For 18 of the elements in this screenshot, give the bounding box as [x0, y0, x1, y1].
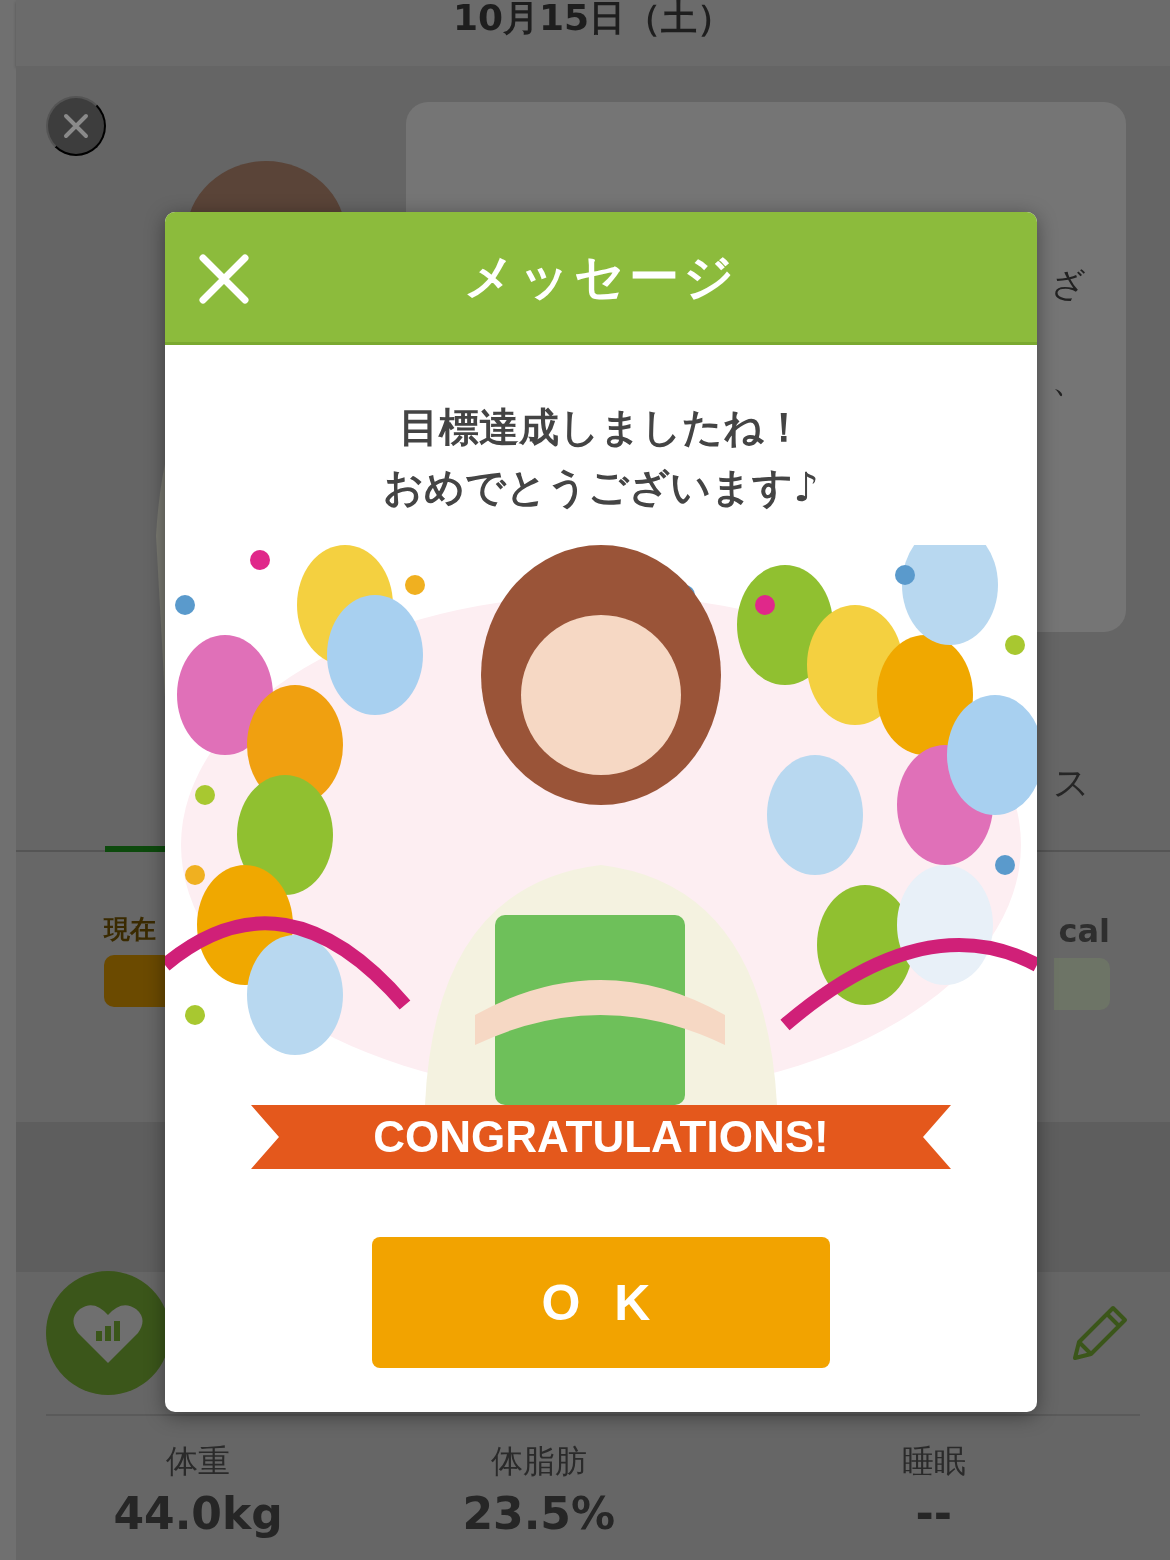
stat-label: 体脂肪 [490, 1441, 587, 1482]
speech-text: 、 [1052, 359, 1086, 402]
ok-button[interactable]: O K [372, 1237, 830, 1368]
stat-value: 23.5% [462, 1488, 616, 1539]
stat-label: 睡眠 [901, 1441, 966, 1482]
speech-text: ざ [1051, 263, 1086, 306]
close-icon [63, 113, 89, 139]
meter-label: 現在 [104, 913, 157, 946]
stat-value: -- [915, 1488, 952, 1539]
message-text: おめでとうございます♪ [383, 463, 819, 512]
stat-label: 体重 [166, 1441, 231, 1482]
date-title: 10月15日（土） [452, 0, 734, 40]
dialog-title: メッセージ [464, 246, 738, 308]
meter-label: cal [1058, 912, 1110, 950]
close-icon [198, 253, 250, 305]
message-text: 目標達成しましたね！ [397, 403, 805, 452]
stat-value: 44.0kg [113, 1488, 283, 1539]
congratulations-banner: CONGRATULATIONS! [251, 1105, 951, 1169]
